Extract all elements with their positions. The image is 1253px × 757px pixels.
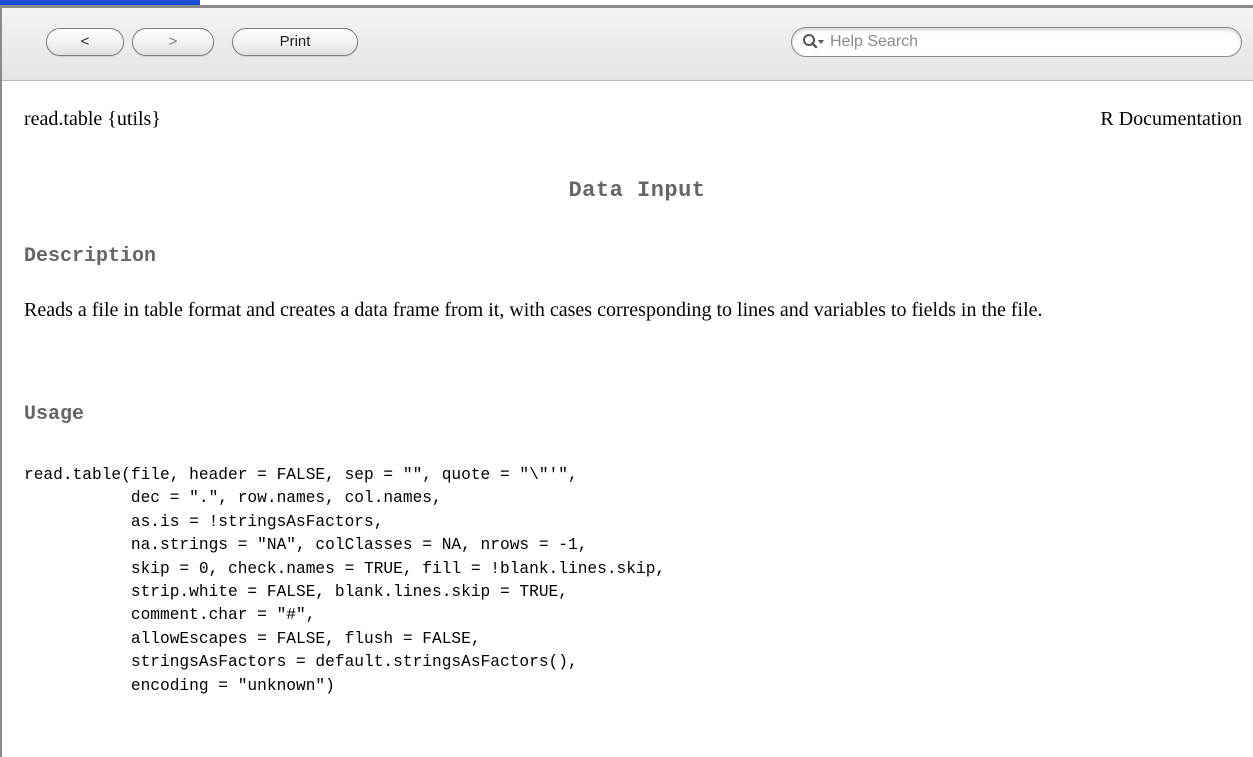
doc-source: R Documentation [1100, 108, 1242, 130]
print-button[interactable]: Print [232, 28, 358, 56]
forward-button[interactable]: > [132, 28, 214, 56]
toolbar: < > Print [2, 8, 1253, 81]
usage-heading: Usage [24, 403, 85, 426]
help-search-field[interactable] [791, 27, 1242, 57]
description-heading: Description [24, 245, 157, 268]
help-search-input[interactable] [830, 31, 1230, 53]
search-icon[interactable] [802, 33, 826, 51]
description-text: Reads a file in table format and creates… [24, 299, 1043, 321]
topic-name: read.table {utils} [24, 108, 161, 130]
back-button[interactable]: < [46, 28, 124, 56]
page: < > Print read.table {utils} R Documenta… [0, 0, 1253, 757]
help-window: < > Print read.table {utils} R Documenta… [0, 5, 1253, 757]
page-title: Data Input [568, 178, 706, 203]
usage-code: read.table(file, header = FALSE, sep = "… [24, 466, 666, 695]
